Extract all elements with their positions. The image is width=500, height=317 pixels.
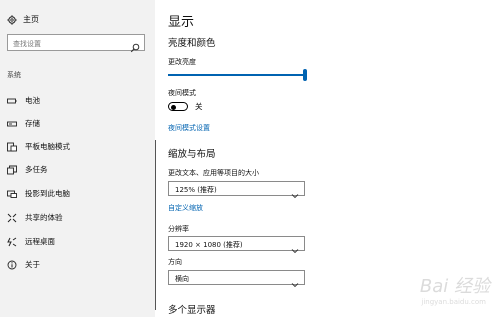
sidebar-item-shared-experiences[interactable]: 共享的体验	[7, 212, 63, 223]
multitasking-icon	[7, 165, 17, 175]
toggle-state-label: 关	[195, 102, 203, 111]
baidu-watermark: Bai 经验 jingyan.baidu.com	[382, 270, 492, 312]
resolution-dropdown[interactable]: 1920 × 1080 (推荐)	[168, 236, 305, 254]
custom-scale-link[interactable]: 自定义缩放	[168, 203, 203, 213]
orientation-label: 方向	[168, 258, 182, 266]
shared-experiences-icon	[7, 213, 17, 223]
toggle-knob	[171, 104, 176, 110]
orientation-dropdown-value: 横向	[175, 275, 189, 283]
sidebar-item-label: 关于	[25, 260, 40, 269]
section-heading-brightness: 亮度和颜色	[168, 38, 216, 49]
sidebar: 主页 查找设置 系统 电池 存储 平板电脑模式 多任务 投影到此电脑 共享的体验…	[0, 0, 155, 317]
storage-icon	[7, 119, 17, 129]
chevron-down-icon	[291, 185, 299, 199]
sidebar-item-projecting[interactable]: 投影到此电脑	[7, 188, 70, 199]
brightness-slider-thumb[interactable]	[303, 69, 307, 81]
night-mode-label: 夜间模式	[168, 89, 196, 97]
battery-icon	[7, 96, 17, 106]
scale-dropdown[interactable]: 125% (推荐)	[168, 181, 305, 199]
sidebar-item-home[interactable]: 主页	[7, 14, 39, 25]
sidebar-item-label: 存储	[25, 119, 40, 128]
scale-dropdown-value: 125% (推荐)	[175, 186, 217, 194]
sidebar-item-remote-desktop[interactable]: 远程桌面	[7, 236, 55, 247]
search-icon[interactable]	[130, 38, 140, 53]
night-mode-settings-link[interactable]: 夜间模式设置	[168, 123, 210, 133]
brightness-slider[interactable]	[168, 69, 307, 81]
sidebar-item-storage[interactable]: 存储	[7, 118, 40, 129]
chevron-down-icon	[291, 240, 299, 254]
section-heading-multi-display: 多个显示器	[168, 305, 216, 316]
tablet-mode-icon	[7, 142, 17, 152]
sidebar-item-label: 主页	[23, 15, 39, 24]
sidebar-item-label: 共享的体验	[25, 213, 63, 222]
sidebar-item-label: 多任务	[25, 165, 48, 174]
projecting-icon	[7, 189, 17, 199]
watermark-url: jingyan.baidu.com	[421, 298, 486, 306]
sidebar-item-tablet-mode[interactable]: 平板电脑模式	[7, 141, 70, 152]
resolution-dropdown-value: 1920 × 1080 (推荐)	[175, 241, 243, 249]
gear-icon	[7, 14, 17, 25]
resolution-label: 分辨率	[168, 225, 189, 233]
brightness-slider-track	[168, 74, 305, 76]
night-mode-toggle[interactable]: 关	[168, 101, 203, 112]
page-title: 显示	[168, 15, 195, 30]
sidebar-item-about[interactable]: 关于	[7, 259, 40, 270]
sidebar-item-label: 投影到此电脑	[25, 189, 70, 198]
section-heading-scale-layout: 缩放与布局	[168, 149, 216, 160]
chevron-down-icon	[291, 274, 299, 288]
sidebar-item-label: 电池	[25, 96, 40, 105]
sidebar-item-label: 平板电脑模式	[25, 142, 70, 151]
sidebar-item-label: 远程桌面	[25, 237, 55, 246]
search-placeholder: 查找设置	[13, 40, 41, 48]
orientation-dropdown[interactable]: 横向	[168, 270, 305, 288]
toggle-switch[interactable]	[168, 102, 188, 111]
search-input[interactable]: 查找设置	[7, 34, 145, 53]
section-label-system: 系统	[7, 71, 21, 79]
sidebar-item-battery[interactable]: 电池	[7, 95, 40, 106]
brightness-label: 更改亮度	[168, 58, 196, 66]
watermark-brand: Bai 经验	[419, 276, 490, 297]
sidebar-item-multitasking[interactable]: 多任务	[7, 164, 48, 175]
info-icon	[7, 260, 17, 270]
scrollbar-divider	[155, 140, 156, 310]
scale-label: 更改文本、应用等项目的大小	[168, 169, 259, 177]
remote-desktop-icon	[7, 237, 17, 247]
